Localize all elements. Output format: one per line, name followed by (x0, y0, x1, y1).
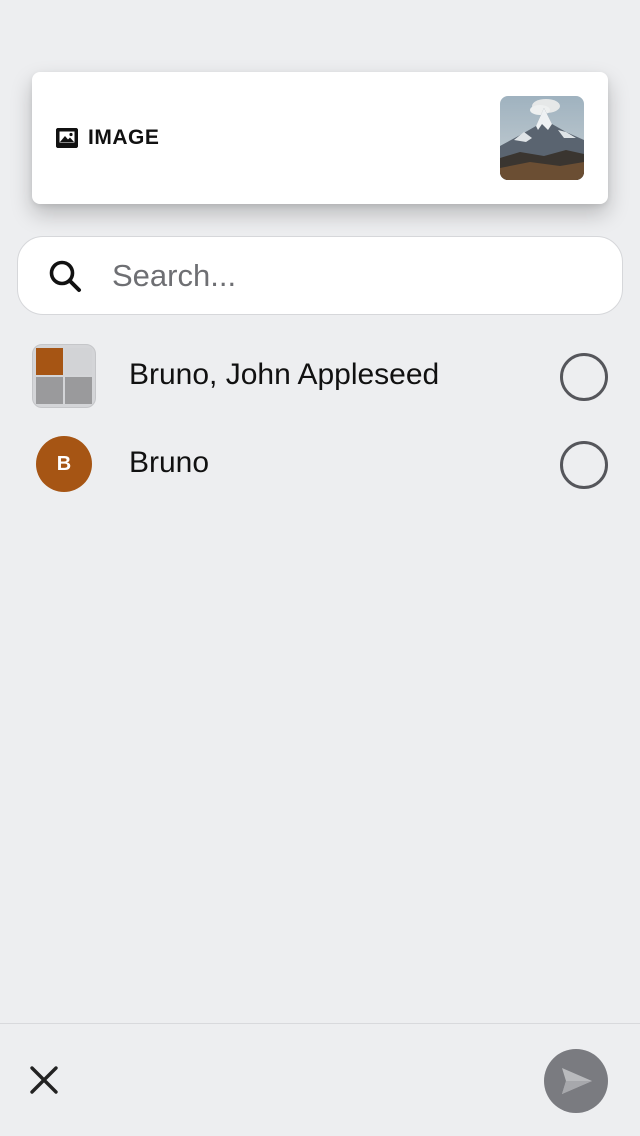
contact-name: Bruno, John Appleseed (129, 358, 440, 391)
group-avatar (32, 344, 96, 408)
attachment-type-label: IMAGE (88, 126, 160, 149)
search-bar[interactable] (17, 236, 623, 315)
contact-name: Bruno (129, 446, 210, 479)
close-icon[interactable] (24, 1060, 64, 1100)
send-icon (562, 1068, 592, 1094)
share-sheet-screen: IMAGE Bru (0, 0, 640, 1136)
contact-row[interactable]: B Bruno (0, 420, 640, 508)
send-button[interactable] (544, 1049, 608, 1113)
image-icon (56, 128, 78, 148)
attachment-thumbnail[interactable] (500, 96, 584, 180)
select-radio-button[interactable] (560, 441, 608, 489)
attachment-preview-card: IMAGE (32, 72, 608, 204)
avatar: B (36, 436, 92, 492)
bottom-action-bar (0, 1023, 640, 1136)
select-radio-button[interactable] (560, 353, 608, 401)
search-input[interactable] (112, 251, 592, 301)
search-icon (49, 260, 81, 292)
contact-row[interactable]: Bruno, John Appleseed (0, 332, 640, 420)
